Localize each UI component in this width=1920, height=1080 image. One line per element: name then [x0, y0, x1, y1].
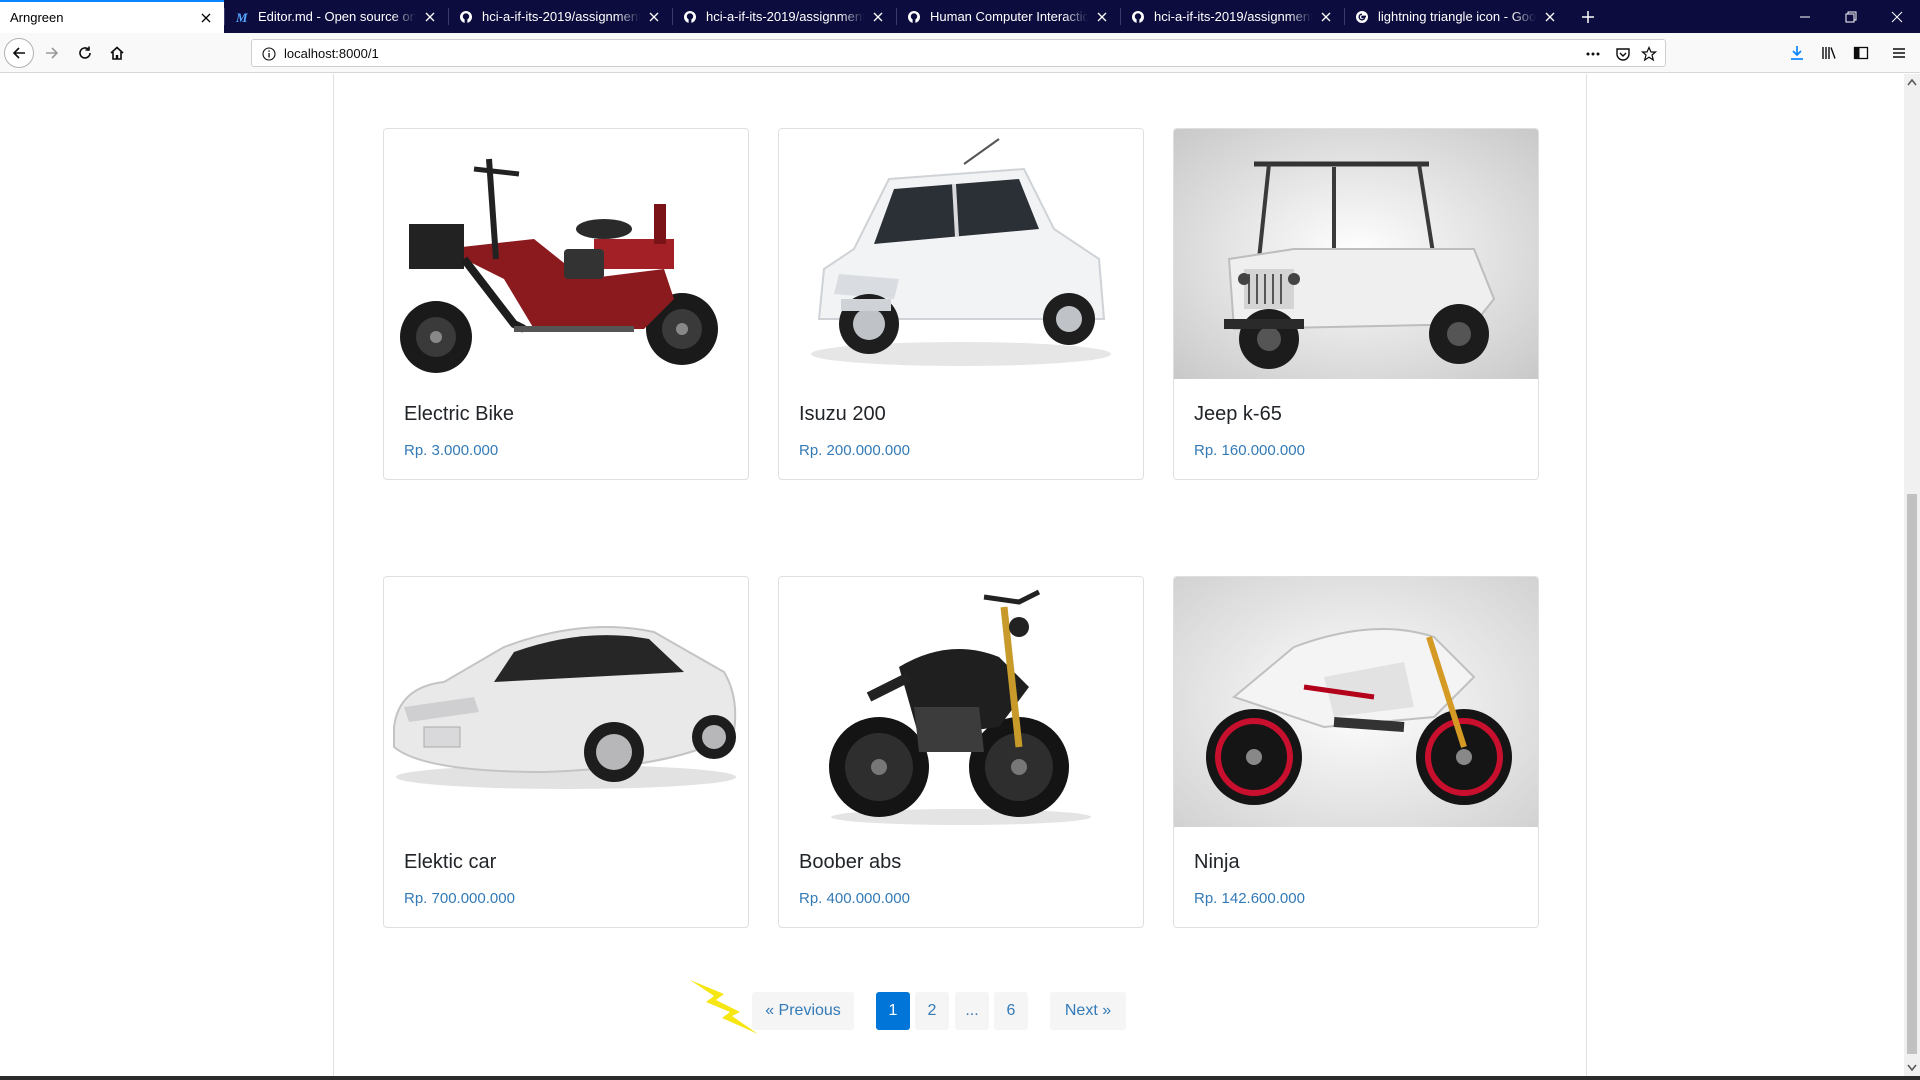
page-viewport: Electric Bike Rp. 3.000.000 Isuzu 200 Rp…	[0, 74, 1904, 1080]
menu-button[interactable]	[1884, 38, 1914, 68]
tab-github-assignment-2[interactable]: hci-a-if-its-2019/assignment-3	[672, 0, 896, 33]
tab-title: Arngreen	[10, 10, 64, 25]
pagination-page-1[interactable]: 1	[876, 992, 910, 1030]
tab-github-assignment-1[interactable]: hci-a-if-its-2019/assignment-3	[448, 0, 672, 33]
github-icon	[906, 9, 922, 25]
reload-button[interactable]	[70, 38, 100, 68]
product-price: Rp. 3.000.000	[404, 442, 499, 459]
white-sportbike-image[interactable]	[1174, 577, 1538, 827]
lightning-cursor-icon	[690, 980, 758, 1034]
close-icon[interactable]	[422, 9, 438, 25]
tab-title: hci-a-if-its-2019/assignment-3	[706, 9, 864, 24]
pocket-icon[interactable]	[1614, 45, 1632, 63]
product-card[interactable]: Ninja Rp. 142.600.000	[1173, 576, 1539, 928]
editor-md-icon: M	[234, 9, 250, 25]
product-container: Electric Bike Rp. 3.000.000 Isuzu 200 Rp…	[333, 74, 1587, 1080]
scroll-up-icon[interactable]	[1907, 78, 1917, 86]
restore-button[interactable]	[1828, 0, 1874, 33]
product-card[interactable]: Electric Bike Rp. 3.000.000	[383, 128, 749, 480]
minimize-icon	[1800, 16, 1810, 17]
tab-google-search[interactable]: lightning triangle icon - Google	[1344, 0, 1568, 33]
tab-bar: Arngreen M Editor.md - Open source onlin…	[0, 0, 1920, 33]
tab-arngreen[interactable]: Arngreen	[0, 0, 224, 33]
tab-github-assignment-3[interactable]: hci-a-if-its-2019/assignment-3	[1120, 0, 1344, 33]
download-icon	[1791, 46, 1803, 60]
tab-github-hci[interactable]: Human Computer Interaction	[896, 0, 1120, 33]
pagination-previous[interactable]: « Previous	[752, 992, 854, 1030]
tab-title: lightning triangle icon - Google	[1378, 9, 1536, 24]
info-icon[interactable]	[260, 45, 278, 63]
pagination-page-2[interactable]: 2	[915, 992, 949, 1030]
close-icon[interactable]	[198, 10, 214, 26]
product-card[interactable]: Elektic car Rp. 700.000.000	[383, 576, 749, 928]
bottom-edge	[0, 1076, 1920, 1080]
library-button[interactable]	[1814, 38, 1844, 68]
product-name[interactable]: Isuzu 200	[799, 403, 886, 426]
product-card[interactable]: Isuzu 200 Rp. 200.000.000	[778, 128, 1144, 480]
close-window-button[interactable]	[1874, 0, 1920, 33]
white-sedan-image[interactable]	[384, 577, 748, 827]
arrow-right-icon	[46, 47, 59, 59]
google-icon	[1354, 9, 1370, 25]
pagination-next[interactable]: Next »	[1050, 992, 1126, 1030]
address-bar[interactable]: localhost:8000/1	[251, 39, 1666, 67]
electric-bike-image[interactable]	[384, 129, 748, 379]
product-price: Rp. 700.000.000	[404, 890, 515, 907]
product-card[interactable]: Boober abs Rp. 400.000.000	[778, 576, 1144, 928]
tab-title: Human Computer Interaction	[930, 9, 1088, 24]
close-icon[interactable]	[1542, 9, 1558, 25]
plus-icon	[1582, 10, 1594, 23]
arrow-left-icon	[12, 47, 25, 59]
product-card[interactable]: Jeep k-65 Rp. 160.000.000	[1173, 128, 1539, 480]
sidebar-toggle-button[interactable]	[1846, 38, 1876, 68]
github-icon	[1130, 9, 1146, 25]
navigation-toolbar: localhost:8000/1	[0, 33, 1920, 73]
bookmark-star-icon[interactable]	[1640, 45, 1658, 63]
black-motorcycle-image[interactable]	[779, 577, 1143, 827]
tab-title: hci-a-if-its-2019/assignment-3	[1154, 9, 1312, 24]
scroll-down-icon[interactable]	[1907, 1064, 1917, 1072]
close-icon[interactable]	[646, 9, 662, 25]
close-icon	[1891, 11, 1903, 22]
new-tab-button[interactable]	[1568, 0, 1608, 33]
scrollbar-thumb[interactable]	[1907, 494, 1917, 1054]
github-icon	[682, 9, 698, 25]
library-icon	[1822, 47, 1836, 59]
tab-title: Editor.md - Open source online	[258, 9, 416, 24]
product-name[interactable]: Ninja	[1194, 851, 1240, 874]
tab-title: hci-a-if-its-2019/assignment-3	[482, 9, 640, 24]
product-price: Rp. 200.000.000	[799, 442, 910, 459]
back-button[interactable]	[4, 38, 34, 68]
vertical-scrollbar[interactable]	[1904, 74, 1920, 1080]
more-actions-icon[interactable]	[1584, 45, 1602, 63]
product-name[interactable]: Elektic car	[404, 851, 496, 874]
home-button[interactable]	[102, 38, 132, 68]
product-name[interactable]: Boober abs	[799, 851, 901, 874]
github-icon	[458, 9, 474, 25]
pagination-ellipsis: ...	[955, 992, 989, 1030]
pagination-page-6[interactable]: 6	[994, 992, 1028, 1030]
product-name[interactable]: Electric Bike	[404, 403, 514, 426]
forward-button[interactable]	[37, 38, 67, 68]
white-hatchback-image[interactable]	[779, 129, 1143, 379]
product-price: Rp. 400.000.000	[799, 890, 910, 907]
home-icon	[110, 46, 124, 60]
sidebar-icon	[1853, 46, 1869, 60]
hamburger-menu-icon	[1893, 48, 1905, 58]
tab-editor-md[interactable]: M Editor.md - Open source online	[224, 0, 448, 33]
restore-icon	[1845, 11, 1857, 22]
product-price: Rp. 160.000.000	[1194, 442, 1305, 459]
minimize-button[interactable]	[1782, 0, 1828, 33]
white-jeep-image[interactable]	[1174, 129, 1538, 379]
product-name[interactable]: Jeep k-65	[1194, 403, 1282, 426]
svg-text:M: M	[235, 10, 248, 24]
downloads-button[interactable]	[1782, 38, 1812, 68]
product-price: Rp. 142.600.000	[1194, 890, 1305, 907]
url-text: localhost:8000/1	[284, 46, 379, 61]
close-icon[interactable]	[870, 9, 886, 25]
close-icon[interactable]	[1318, 9, 1334, 25]
close-icon[interactable]	[1094, 9, 1110, 25]
reload-icon	[79, 46, 91, 59]
